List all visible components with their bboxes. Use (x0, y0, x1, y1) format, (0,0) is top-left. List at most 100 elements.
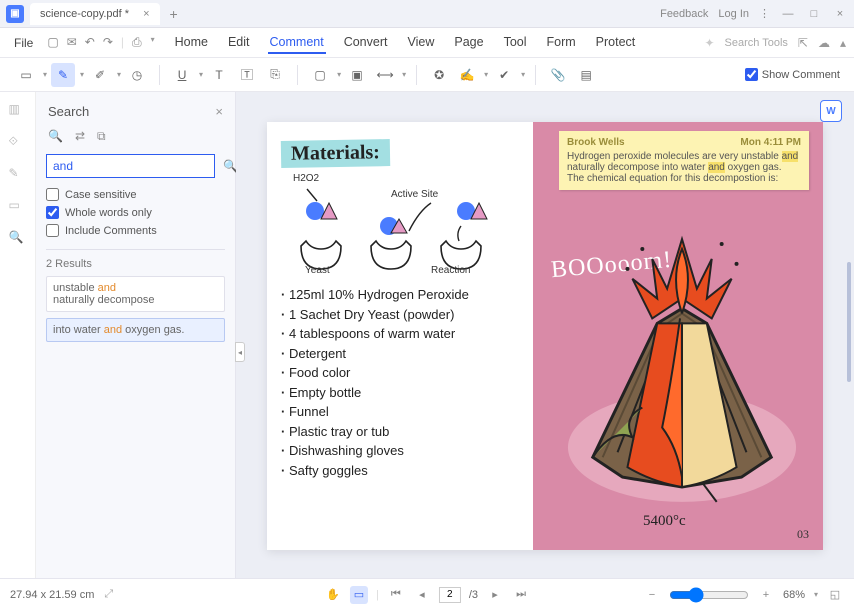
results-count: 2 Results (46, 249, 225, 270)
search-mode-icon[interactable]: 🔍 (48, 129, 63, 144)
annotation-icon[interactable]: ✎ (9, 166, 27, 184)
case-checkbox[interactable] (46, 188, 59, 201)
new-tab-icon[interactable]: + (170, 6, 178, 22)
search-rail-icon[interactable]: 🔍 (9, 230, 27, 248)
first-page-icon[interactable]: ⏮ (387, 586, 405, 604)
tab-protect[interactable]: Protect (594, 32, 638, 54)
approve-icon[interactable]: ✔ (492, 63, 516, 87)
search-tools-input[interactable]: Search Tools (725, 37, 788, 49)
maximize-icon[interactable]: □ (806, 6, 822, 22)
tab-page[interactable]: Page (452, 32, 485, 54)
collapse-panel-handle[interactable]: ◂ (235, 342, 245, 362)
tab-view[interactable]: View (405, 32, 436, 54)
zoom-caret-icon[interactable]: ▾ (814, 590, 818, 599)
list-item: Safty goggles (281, 461, 519, 481)
last-page-icon[interactable]: ⏭ (512, 586, 530, 604)
opt-whole[interactable]: Whole words only (46, 206, 225, 219)
print-caret-icon[interactable]: ▾ (151, 35, 155, 50)
hand-tool-icon[interactable]: ✋ (324, 586, 342, 604)
whole-checkbox[interactable] (46, 206, 59, 219)
underline-icon[interactable]: U (170, 63, 194, 87)
document-tab[interactable]: science-copy.pdf * × (30, 3, 160, 25)
tab-convert[interactable]: Convert (342, 32, 390, 54)
list-item: Food color (281, 363, 519, 383)
text-tool-icon[interactable]: T (207, 63, 231, 87)
topbar: File ▢ ✉ ↶ ↷ | ⎙ ▾ Home Edit Comment Con… (0, 28, 854, 58)
search-result-1[interactable]: unstable and naturally decompose (46, 276, 225, 312)
bookmark-icon[interactable]: ⟐ (9, 134, 27, 152)
zoom-in-icon[interactable]: + (757, 586, 775, 604)
undo-icon[interactable]: ↶ (85, 35, 95, 50)
note-author: Brook Wells (567, 137, 625, 148)
list-item: Plastic tray or tub (281, 422, 519, 442)
ribbon-toolbar: ▭▾ ✎▾ ✐▾ ◷ U▾ T 🅃 ⎘ ▢▾ ▣ ⟷▾ ✪ ✍▾ ✔▾ 📎 ▤ … (0, 58, 854, 92)
tab-edit[interactable]: Edit (226, 32, 252, 54)
tab-tool[interactable]: Tool (502, 32, 529, 54)
sticky-note[interactable]: Brook Wells Mon 4:11 PM Hydrogen peroxid… (559, 131, 809, 190)
page-input[interactable] (439, 587, 461, 603)
zoom-slider[interactable] (669, 587, 749, 603)
tab-close-icon[interactable]: × (143, 8, 149, 20)
opt-comments[interactable]: Include Comments (46, 224, 225, 237)
search-result-2[interactable]: into water and oxygen gas. (46, 318, 225, 342)
select-tool-icon[interactable]: ▭ (350, 586, 368, 604)
print-icon[interactable]: ⎙ (132, 35, 142, 50)
tab-form[interactable]: Form (545, 32, 578, 54)
callout-icon[interactable]: ⎘ (263, 63, 287, 87)
eraser-tool-icon[interactable]: ◷ (125, 63, 149, 87)
thumbnails-icon[interactable]: ▥ (9, 102, 27, 120)
tab-home[interactable]: Home (173, 32, 210, 54)
cloud-icon[interactable]: ☁ (818, 36, 830, 50)
shape-area-icon[interactable]: ▣ (345, 63, 369, 87)
note-tool-icon[interactable]: ▭ (14, 63, 38, 87)
kebab-icon[interactable]: ⋮ (759, 7, 770, 20)
list-item: 125ml 10% Hydrogen Peroxide (281, 285, 519, 305)
highlight-tool-icon[interactable]: ✎ (51, 63, 75, 87)
close-icon[interactable]: × (832, 6, 848, 22)
sign-icon[interactable]: ✍ (455, 63, 479, 87)
share-icon[interactable]: ⇱ (798, 36, 808, 50)
opt-case[interactable]: Case sensitive (46, 188, 225, 201)
measure-icon[interactable]: ⟷ (373, 63, 397, 87)
save-icon[interactable]: ▢ (47, 35, 58, 50)
lightbulb-icon[interactable]: ✦ (704, 36, 714, 50)
page-dimensions: 27.94 x 21.59 cm (10, 589, 94, 601)
attachment-rail-icon[interactable]: ▭ (9, 198, 27, 216)
minimize-icon[interactable]: — (780, 6, 796, 22)
fit-page-icon[interactable]: ◱ (826, 586, 844, 604)
attach-icon[interactable]: 📎 (546, 63, 570, 87)
left-rail: ▥ ⟐ ✎ ▭ 🔍 (0, 92, 36, 578)
materials-heading: Materials: (281, 139, 390, 168)
comments-checkbox[interactable] (46, 224, 59, 237)
replace-mode-icon[interactable]: ⇄ (75, 129, 85, 144)
list-item: Dishwashing gloves (281, 441, 519, 461)
tab-comment[interactable]: Comment (268, 32, 326, 54)
page-illustration: Brook Wells Mon 4:11 PM Hydrogen peroxid… (533, 122, 823, 550)
prev-page-icon[interactable]: ◂ (413, 586, 431, 604)
page-expand-icon[interactable]: ⤢ (104, 588, 113, 601)
shape-rect-icon[interactable]: ▢ (308, 63, 332, 87)
temperature-label: 5400°c (643, 513, 686, 530)
show-comment-toggle[interactable]: Show Comment (745, 68, 840, 81)
next-page-icon[interactable]: ▸ (486, 586, 504, 604)
note-time: Mon 4:11 PM (740, 137, 801, 148)
file-menu[interactable]: File (8, 34, 39, 52)
comments-panel-icon[interactable]: ▤ (574, 63, 598, 87)
pencil-tool-icon[interactable]: ✐ (88, 63, 112, 87)
word-export-icon[interactable]: W (820, 100, 842, 122)
login-link[interactable]: Log In (718, 8, 749, 20)
mail-icon[interactable]: ✉ (67, 35, 77, 50)
collapse-ribbon-icon[interactable]: ▴ (840, 36, 846, 50)
panel-close-icon[interactable]: × (215, 104, 223, 119)
textbox-icon[interactable]: 🅃 (235, 63, 259, 87)
vertical-scrollbar[interactable] (847, 262, 851, 382)
feedback-link[interactable]: Feedback (660, 8, 708, 20)
zoom-out-icon[interactable]: − (643, 586, 661, 604)
search-input[interactable] (46, 154, 215, 178)
document-canvas[interactable]: ◂ W Materials: (236, 92, 854, 578)
main-tabs: Home Edit Comment Convert View Page Tool… (173, 32, 638, 54)
stamp-icon[interactable]: ✪ (427, 63, 451, 87)
show-comment-checkbox[interactable] (745, 68, 758, 81)
advanced-search-icon[interactable]: ⧉ (97, 129, 106, 144)
redo-icon[interactable]: ↷ (103, 35, 113, 50)
